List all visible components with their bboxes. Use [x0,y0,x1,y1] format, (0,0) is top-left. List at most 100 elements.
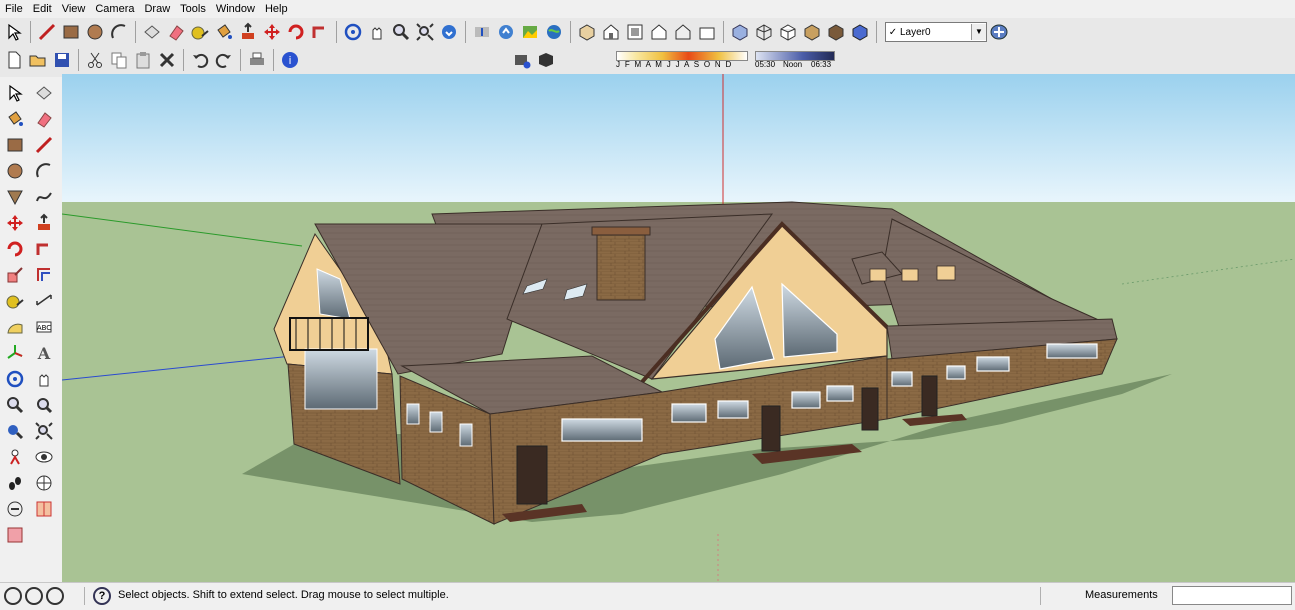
tape-measure-icon[interactable] [2,289,27,313]
google-earth-icon[interactable] [543,21,565,43]
paint-bucket-icon[interactable] [213,21,235,43]
back-view-icon[interactable] [672,21,694,43]
menu-window[interactable]: Window [211,0,260,18]
menu-tools[interactable]: Tools [175,0,211,18]
menu-camera[interactable]: Camera [90,0,139,18]
section-display-icon[interactable] [2,497,27,521]
look-around-icon[interactable] [31,445,56,469]
wireframe-icon[interactable] [753,21,775,43]
select-icon[interactable] [3,21,25,43]
orbit-icon[interactable] [342,21,364,43]
pan-icon[interactable] [366,21,388,43]
circle-icon[interactable] [84,21,106,43]
position-camera-icon[interactable] [2,445,27,469]
measurements-input[interactable] [1172,586,1292,605]
hidden-line-icon[interactable] [777,21,799,43]
circle-icon[interactable] [2,159,27,183]
shaded-icon[interactable] [801,21,823,43]
follow-me-icon[interactable] [31,237,56,261]
zoom-icon[interactable] [2,393,27,417]
undo-icon[interactable] [189,49,211,71]
tape-measure-icon[interactable] [189,21,211,43]
monochrome-icon[interactable] [849,21,871,43]
make-component-icon[interactable] [141,21,163,43]
menu-edit[interactable]: Edit [28,0,57,18]
eraser-icon[interactable] [165,21,187,43]
xray-icon[interactable] [729,21,751,43]
front-window [717,400,749,419]
rectangle-icon[interactable] [60,21,82,43]
move-icon[interactable] [2,211,27,235]
previous-view-icon[interactable] [2,419,27,443]
menu-view[interactable]: View [57,0,91,18]
zoom-extents-icon[interactable] [31,419,56,443]
arc-icon[interactable] [108,21,130,43]
display-shadows-icon[interactable] [535,49,557,71]
copy-icon[interactable] [108,49,130,71]
pan-icon[interactable] [31,367,56,391]
left-view-icon[interactable] [696,21,718,43]
section-plane-icon[interactable] [31,471,56,495]
save-icon[interactable] [51,49,73,71]
line-icon[interactable] [31,133,56,157]
get-models-icon[interactable] [438,21,460,43]
menu-draw[interactable]: Draw [139,0,175,18]
move-icon[interactable] [261,21,283,43]
push-pull-icon[interactable] [237,21,259,43]
menu-help[interactable]: Help [260,0,293,18]
rotate-icon[interactable] [285,21,307,43]
eraser-icon[interactable] [31,107,56,131]
model-viewport[interactable] [62,74,1295,582]
section-cuts-icon[interactable] [31,497,56,521]
axes-icon[interactable] [2,341,27,365]
offset-icon[interactable] [31,263,56,287]
paste-icon[interactable] [132,49,154,71]
freehand-icon[interactable] [31,185,56,209]
model-info-icon[interactable]: i [279,49,301,71]
open-icon[interactable] [27,49,49,71]
protractor-icon[interactable] [2,315,27,339]
erase-icon[interactable] [156,49,178,71]
zoom-icon[interactable] [390,21,412,43]
scale-icon[interactable] [2,263,27,287]
polygon-icon[interactable] [2,185,27,209]
top-view-icon[interactable] [624,21,646,43]
shaded-textures-icon[interactable] [825,21,847,43]
photo-textures-icon[interactable] [519,21,541,43]
help-icon[interactable]: ? [93,587,111,605]
shadow-settings-icon[interactable] [511,49,533,71]
user-icon[interactable] [46,587,64,605]
new-icon[interactable] [3,49,25,71]
rectangle-icon[interactable] [2,133,27,157]
select-icon[interactable] [2,81,27,105]
layer-select[interactable]: ✓ Layer0 ▼ [885,22,987,42]
arc-icon[interactable] [31,159,56,183]
credits-icon[interactable] [25,587,43,605]
menu-file[interactable]: File [0,0,28,18]
share-component-icon[interactable] [495,21,517,43]
paint-bucket-icon[interactable] [2,107,27,131]
text-icon[interactable]: ABC [31,315,56,339]
make-component-icon[interactable] [31,81,56,105]
print-icon[interactable] [246,49,268,71]
iso-view-icon[interactable] [576,21,598,43]
zoom-window-icon[interactable] [31,393,56,417]
orbit-icon[interactable] [2,367,27,391]
push-pull-icon[interactable] [31,211,56,235]
follow-me-icon[interactable] [309,21,331,43]
rotate-icon[interactable] [2,237,27,261]
line-icon[interactable] [36,21,58,43]
chevron-down-icon[interactable]: ▼ [971,24,986,40]
cut-icon[interactable] [84,49,106,71]
dimension-icon[interactable] [31,289,56,313]
share-model-icon[interactable] [471,21,493,43]
walk-icon[interactable] [2,471,27,495]
redo-icon[interactable] [213,49,235,71]
front-view-icon[interactable] [600,21,622,43]
3d-text-icon[interactable]: A [31,341,56,365]
xray-section-icon[interactable] [2,523,27,547]
right-view-icon[interactable] [648,21,670,43]
layer-manager-icon[interactable] [988,21,1010,43]
geo-location-icon[interactable] [4,587,22,605]
zoom-extents-icon[interactable] [414,21,436,43]
